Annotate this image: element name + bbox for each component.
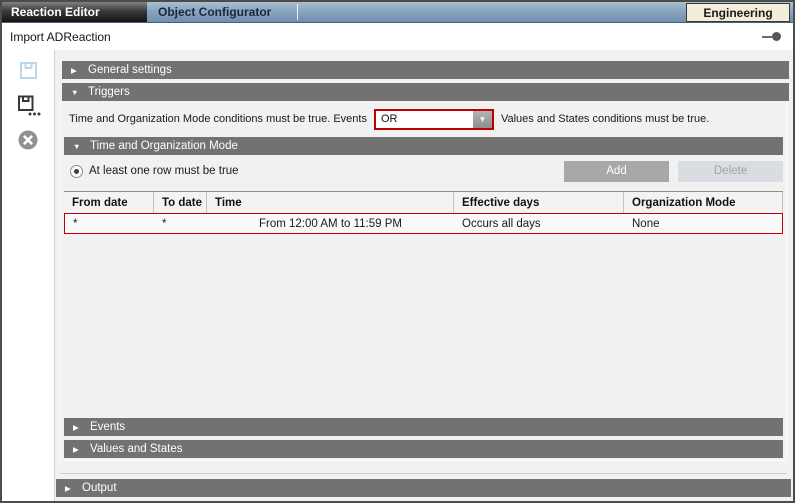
row-condition-options: At least one row must be true Add Delete (70, 160, 783, 182)
section-header-triggers[interactable]: ▼ Triggers (62, 83, 789, 101)
radio-label: At least one row must be true (89, 165, 239, 177)
cell-time: From 12:00 AM to 11:59 PM (207, 214, 454, 233)
section-header-general-settings[interactable]: ▶ General settings (62, 61, 789, 79)
chevron-right-icon: ▶ (71, 66, 88, 75)
editor-title-bar: Import ADReaction (2, 23, 793, 50)
condition-logic-row: Time and Organization Mode conditions mu… (69, 108, 782, 130)
section-header-values-states[interactable]: ▶ Values and States (64, 440, 783, 458)
tab-reaction-editor[interactable]: Reaction Editor (2, 2, 147, 22)
section-label: Triggers (88, 86, 130, 98)
section-label: Time and Organization Mode (90, 140, 238, 152)
save-as-button[interactable] (15, 93, 41, 117)
table-action-buttons: Add Delete (564, 161, 783, 182)
at-least-one-row-radio[interactable] (70, 165, 83, 178)
column-header-to-date[interactable]: To date (154, 192, 207, 213)
dropdown-selected-value: OR (376, 111, 473, 128)
section-label: General settings (88, 64, 172, 76)
chevron-right-icon: ▶ (73, 423, 90, 432)
time-org-table: From date To date Time Effective days Or… (64, 191, 783, 234)
cell-from-date: * (65, 214, 154, 233)
cell-effective-days: Occurs all days (454, 214, 624, 233)
tab-separator (297, 4, 298, 20)
pin-dot (772, 32, 781, 41)
pin-line (762, 36, 772, 38)
editor-content-panel: ▶ General settings ▼ Triggers Time and O… (55, 50, 793, 501)
page-title: Import ADReaction (10, 30, 111, 44)
tab-object-configurator[interactable]: Object Configurator (147, 2, 297, 22)
section-header-time-org-mode[interactable]: ▼ Time and Organization Mode (64, 137, 783, 155)
reaction-editor-window: Reaction Editor Object Configurator Engi… (0, 0, 795, 503)
chevron-right-icon: ▶ (73, 445, 90, 454)
triggers-section-body: Time and Organization Mode conditions mu… (60, 101, 787, 461)
condition-left-text: Time and Organization Mode conditions mu… (69, 113, 367, 125)
add-button[interactable]: Add (564, 161, 669, 182)
dropdown-arrow-icon[interactable]: ▼ (473, 111, 492, 128)
events-operator-dropdown[interactable]: OR ▼ (374, 109, 494, 130)
cancel-icon (17, 129, 39, 151)
section-header-events[interactable]: ▶ Events (64, 418, 783, 436)
section-label: Values and States (90, 443, 183, 455)
cancel-button[interactable] (15, 128, 41, 152)
condition-right-text: Values and States conditions must be tru… (501, 113, 709, 125)
top-tab-bar: Reaction Editor Object Configurator Engi… (2, 2, 793, 23)
save-button[interactable] (15, 58, 41, 82)
section-label: Output (82, 482, 117, 494)
save-as-icon (16, 94, 41, 117)
chevron-right-icon: ▶ (65, 484, 82, 493)
engineering-mode-button[interactable]: Engineering (686, 3, 790, 22)
column-header-organization-mode[interactable]: Organization Mode (624, 192, 783, 213)
cell-organization-mode: None (624, 214, 782, 233)
chevron-down-icon: ▼ (73, 142, 90, 151)
delete-button[interactable]: Delete (678, 161, 783, 182)
table-row-selected[interactable]: * * From 12:00 AM to 11:59 PM Occurs all… (64, 213, 783, 234)
save-icon (18, 60, 39, 81)
column-header-effective-days[interactable]: Effective days (454, 192, 624, 213)
table-header-row: From date To date Time Effective days Or… (64, 192, 783, 213)
cell-to-date: * (154, 214, 207, 233)
column-header-time[interactable]: Time (207, 192, 454, 213)
section-header-output[interactable]: ▶ Output (56, 479, 791, 497)
section-label: Events (90, 421, 125, 433)
left-toolbar (2, 50, 55, 501)
pin-icon[interactable] (762, 32, 781, 41)
section-divider (60, 473, 787, 474)
chevron-down-icon: ▼ (71, 88, 88, 97)
column-header-from-date[interactable]: From date (64, 192, 154, 213)
